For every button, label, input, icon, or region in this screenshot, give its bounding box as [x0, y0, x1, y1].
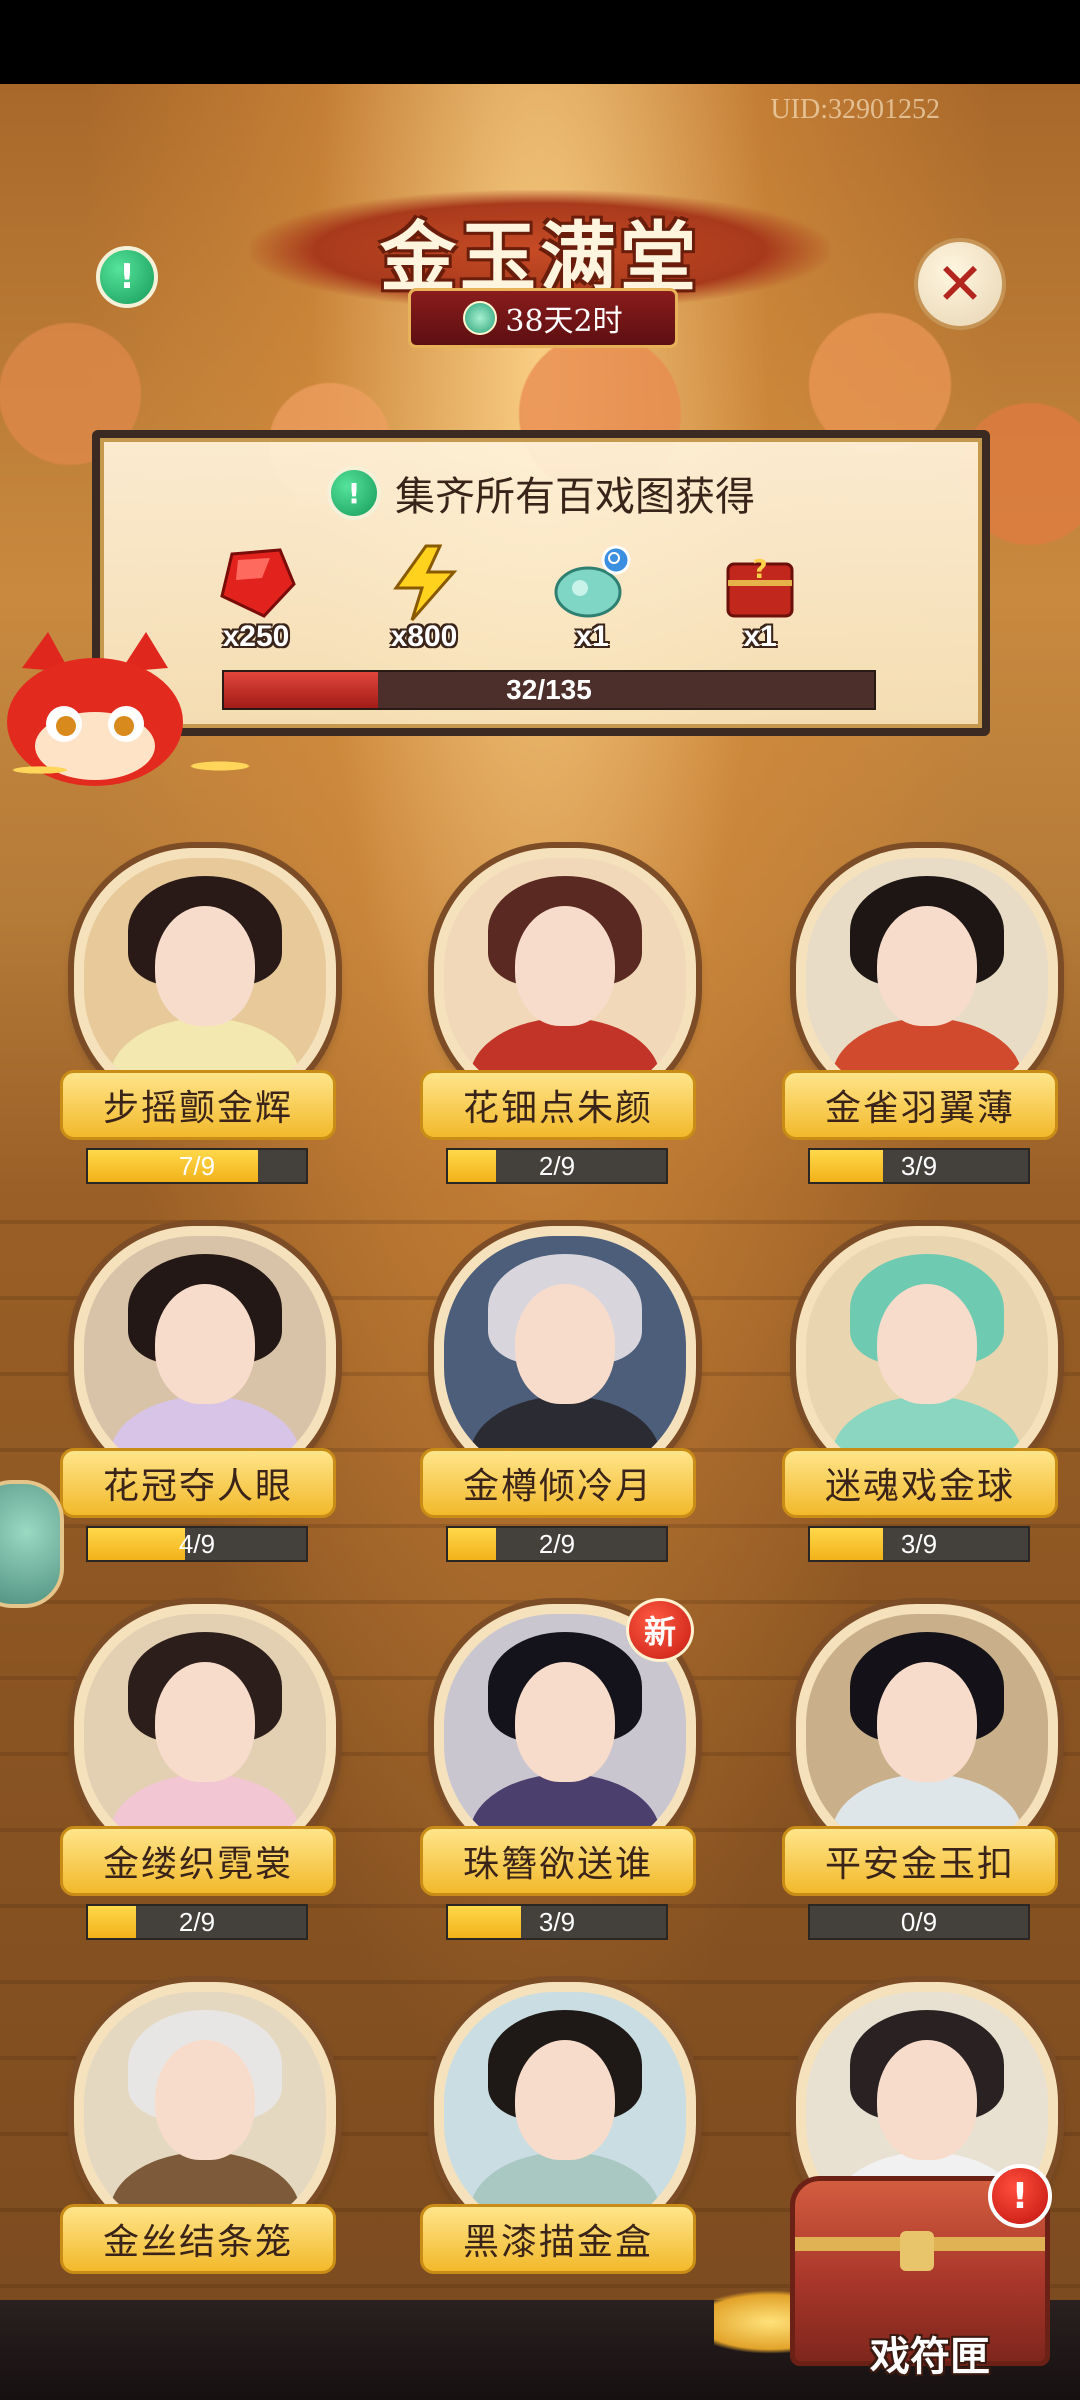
lightning-icon [393, 544, 458, 621]
character-name: 平安金玉扣 [782, 1826, 1058, 1896]
character-progress-bar: 3/9 [808, 1148, 1030, 1184]
character-name: 金樽倾冷月 [420, 1448, 696, 1518]
reward-item-energy[interactable]: x800 [364, 544, 484, 654]
portrait-face [877, 1662, 977, 1782]
portrait-face [515, 2040, 615, 2160]
clock-icon [463, 301, 498, 335]
character-progress-bar: 7/9 [86, 1148, 308, 1184]
portrait-face [155, 906, 255, 1026]
character-progress-bar: 3/9 [446, 1904, 668, 1940]
chest-alert-icon: ! [988, 2164, 1052, 2228]
event-timer: 38天2时 [408, 288, 678, 348]
portrait-face [155, 2040, 255, 2160]
character-name: 金雀羽翼薄 [782, 1070, 1058, 1140]
portrait-face [155, 1662, 255, 1782]
character-card[interactable]: 金樽倾冷月 2/9 [410, 1226, 700, 1562]
character-progress-text: 3/9 [900, 1151, 938, 1181]
reward-qty: x250 [222, 620, 290, 653]
chest-label[interactable]: 戏符匣 [820, 2324, 1040, 2382]
character-progress-bar: 2/9 [446, 1526, 668, 1562]
character-card[interactable]: 花冠夺人眼 4/9 [50, 1226, 340, 1562]
character-card[interactable]: 珠簪欲送谁 3/9 新 [410, 1598, 700, 1940]
character-progress-text: 3/9 [538, 1907, 576, 1937]
close-button[interactable]: ✕ [914, 238, 1006, 330]
svg-text:?: ? [752, 555, 767, 585]
mystery-chest-icon: ? [726, 555, 794, 618]
character-name: 珠簪欲送谁 [420, 1826, 696, 1896]
jade-pet-icon [554, 545, 631, 618]
character-card[interactable]: 步摇颤金辉 7/9 [50, 848, 340, 1184]
character-progress-bar: 3/9 [808, 1526, 1030, 1562]
character-name: 步摇颤金辉 [60, 1070, 336, 1140]
portrait-face [515, 1284, 615, 1404]
character-progress-text: 2/9 [178, 1907, 216, 1937]
character-progress-text: 2/9 [538, 1151, 576, 1181]
character-progress-bar: 4/9 [86, 1526, 308, 1562]
reward-panel: ! 集齐所有百戏图获得 x250 x800 x1 ? x1 32/135 [92, 430, 990, 736]
timer-text: 38天2时 [505, 304, 623, 339]
status-bar [0, 0, 1080, 84]
side-pet-button[interactable] [0, 1480, 64, 1608]
character-name: 金缕织霓裳 [60, 1826, 336, 1896]
ruby-gem-icon [220, 548, 296, 618]
portrait-face [877, 2040, 977, 2160]
portrait-face [515, 1662, 615, 1782]
character-card[interactable]: 金缕织霓裳 2/9 [50, 1604, 340, 1940]
character-progress-text: 0/9 [900, 1907, 938, 1937]
reward-qty: x1 [743, 620, 777, 653]
reward-panel-title: ! 集齐所有百戏图获得 [100, 464, 982, 522]
character-name: 迷魂戏金球 [782, 1448, 1058, 1518]
collection-progress-text: 32/135 [506, 674, 592, 705]
character-name: 花钿点朱颜 [420, 1070, 696, 1140]
info-icon[interactable]: ! [327, 466, 381, 520]
character-progress-text: 4/9 [178, 1529, 216, 1559]
reward-qty: x1 [575, 620, 609, 653]
character-card[interactable]: 花钿点朱颜 2/9 [410, 848, 700, 1184]
character-name: 金丝结条笼 [60, 2204, 336, 2274]
character-progress-text: 7/9 [178, 1151, 216, 1181]
reward-item-jade-pet[interactable]: x1 [532, 544, 652, 654]
reward-panel-title-text: 集齐所有百戏图获得 [395, 474, 755, 520]
character-name: 花冠夺人眼 [60, 1448, 336, 1518]
reward-item-mystery-chest[interactable]: ? x1 [700, 544, 820, 654]
reward-qty: x800 [390, 620, 458, 653]
character-name: 黑漆描金盒 [420, 2204, 696, 2274]
portrait-face [877, 1284, 977, 1404]
uid-label: UID:32901252 [770, 94, 940, 125]
character-card[interactable]: 黑漆描金盒 [410, 1982, 700, 2312]
chest-lock-icon [900, 2231, 934, 2271]
character-progress-text: 2/9 [538, 1529, 576, 1559]
portrait-face [877, 906, 977, 1026]
character-card[interactable]: 迷魂戏金球 3/9 [772, 1226, 1062, 1562]
portrait-face [515, 906, 615, 1026]
portrait-face [155, 1284, 255, 1404]
character-progress-bar: 0/9 [808, 1904, 1030, 1940]
character-progress-text: 3/9 [900, 1529, 938, 1559]
new-badge: 新 [626, 1598, 694, 1662]
character-progress-bar: 2/9 [86, 1904, 308, 1940]
info-icon[interactable]: ! [96, 246, 158, 308]
reward-item-gems[interactable]: x250 [196, 544, 316, 654]
collection-progress-bar: 32/135 [222, 670, 876, 710]
character-card[interactable]: 金丝结条笼 [50, 1982, 340, 2312]
gold-ingots-decoration [0, 740, 260, 800]
character-progress-bar: 2/9 [446, 1148, 668, 1184]
character-card[interactable]: 金雀羽翼薄 3/9 [772, 848, 1062, 1184]
character-card[interactable]: 平安金玉扣 0/9 [772, 1604, 1062, 1940]
